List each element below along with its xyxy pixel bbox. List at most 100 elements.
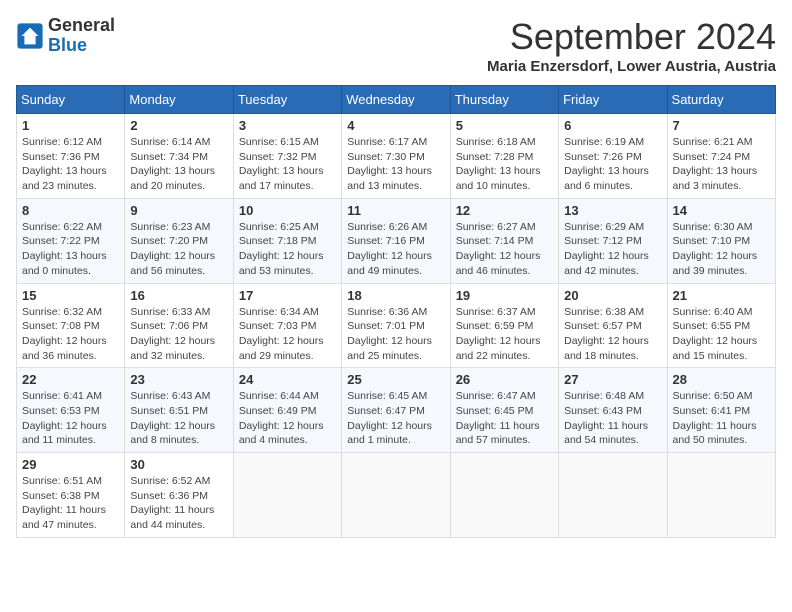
location-subtitle: Maria Enzersdorf, Lower Austria, Austria: [487, 58, 776, 75]
logo-icon: [16, 22, 44, 50]
weekday-header-monday: Monday: [125, 86, 233, 114]
day-number: 25: [347, 372, 444, 387]
logo-text: General Blue: [48, 16, 115, 56]
day-number: 22: [22, 372, 119, 387]
day-number: 13: [564, 203, 661, 218]
calendar-cell: 13 Sunrise: 6:29 AMSunset: 7:12 PMDayligh…: [559, 198, 667, 283]
day-number: 16: [130, 288, 227, 303]
calendar-cell: 19 Sunrise: 6:37 AMSunset: 6:59 PMDayligh…: [450, 283, 558, 368]
calendar-cell: [667, 453, 775, 538]
day-number: 20: [564, 288, 661, 303]
calendar-cell: 2 Sunrise: 6:14 AMSunset: 7:34 PMDaylight…: [125, 114, 233, 199]
day-info: Sunrise: 6:52 AMSunset: 6:36 PMDaylight:…: [130, 474, 227, 533]
day-info: Sunrise: 6:33 AMSunset: 7:06 PMDaylight:…: [130, 305, 227, 364]
day-info: Sunrise: 6:26 AMSunset: 7:16 PMDaylight:…: [347, 220, 444, 279]
calendar-cell: 29 Sunrise: 6:51 AMSunset: 6:38 PMDayligh…: [17, 453, 125, 538]
day-info: Sunrise: 6:30 AMSunset: 7:10 PMDaylight:…: [673, 220, 770, 279]
day-info: Sunrise: 6:23 AMSunset: 7:20 PMDaylight:…: [130, 220, 227, 279]
day-number: 17: [239, 288, 336, 303]
day-number: 5: [456, 118, 553, 133]
day-number: 3: [239, 118, 336, 133]
calendar-cell: 28 Sunrise: 6:50 AMSunset: 6:41 PMDayligh…: [667, 368, 775, 453]
calendar-cell: 7 Sunrise: 6:21 AMSunset: 7:24 PMDaylight…: [667, 114, 775, 199]
day-number: 15: [22, 288, 119, 303]
title-area: September 2024 Maria Enzersdorf, Lower A…: [487, 16, 776, 75]
day-info: Sunrise: 6:19 AMSunset: 7:26 PMDaylight:…: [564, 135, 661, 194]
day-number: 12: [456, 203, 553, 218]
day-number: 4: [347, 118, 444, 133]
day-number: 21: [673, 288, 770, 303]
calendar-cell: 9 Sunrise: 6:23 AMSunset: 7:20 PMDaylight…: [125, 198, 233, 283]
day-number: 30: [130, 457, 227, 472]
calendar-cell: 6 Sunrise: 6:19 AMSunset: 7:26 PMDaylight…: [559, 114, 667, 199]
calendar-cell: 10 Sunrise: 6:25 AMSunset: 7:18 PMDayligh…: [233, 198, 341, 283]
calendar-cell: 3 Sunrise: 6:15 AMSunset: 7:32 PMDaylight…: [233, 114, 341, 199]
calendar-cell: 24Sunrise: 6:44 AMSunset: 6:49 PMDayligh…: [233, 368, 341, 453]
day-info: Sunrise: 6:43 AMSunset: 6:51 PMDaylight:…: [130, 389, 227, 448]
calendar-cell: 8 Sunrise: 6:22 AMSunset: 7:22 PMDaylight…: [17, 198, 125, 283]
day-number: 29: [22, 457, 119, 472]
month-title: September 2024: [487, 16, 776, 58]
day-number: 26: [456, 372, 553, 387]
day-number: 1: [22, 118, 119, 133]
day-info: Sunrise: 6:21 AMSunset: 7:24 PMDaylight:…: [673, 135, 770, 194]
weekday-header-sunday: Sunday: [17, 86, 125, 114]
day-number: 19: [456, 288, 553, 303]
day-number: 28: [673, 372, 770, 387]
day-info: Sunrise: 6:14 AMSunset: 7:34 PMDaylight:…: [130, 135, 227, 194]
weekday-header-wednesday: Wednesday: [342, 86, 450, 114]
calendar-week-row: 29 Sunrise: 6:51 AMSunset: 6:38 PMDayligh…: [17, 453, 776, 538]
day-info: Sunrise: 6:22 AMSunset: 7:22 PMDaylight:…: [22, 220, 119, 279]
day-number: 9: [130, 203, 227, 218]
day-info: Sunrise: 6:34 AMSunset: 7:03 PMDaylight:…: [239, 305, 336, 364]
weekday-header-tuesday: Tuesday: [233, 86, 341, 114]
calendar-table: SundayMondayTuesdayWednesdayThursdayFrid…: [16, 85, 776, 538]
day-info: Sunrise: 6:29 AMSunset: 7:12 PMDaylight:…: [564, 220, 661, 279]
calendar-cell: 5Sunrise: 6:18 AMSunset: 7:28 PMDaylight…: [450, 114, 558, 199]
day-number: 6: [564, 118, 661, 133]
day-info: Sunrise: 6:32 AMSunset: 7:08 PMDaylight:…: [22, 305, 119, 364]
day-number: 23: [130, 372, 227, 387]
day-info: Sunrise: 6:40 AMSunset: 6:55 PMDaylight:…: [673, 305, 770, 364]
day-info: Sunrise: 6:15 AMSunset: 7:32 PMDaylight:…: [239, 135, 336, 194]
calendar-cell: 16 Sunrise: 6:33 AMSunset: 7:06 PMDayligh…: [125, 283, 233, 368]
day-info: Sunrise: 6:50 AMSunset: 6:41 PMDaylight:…: [673, 389, 770, 448]
calendar-cell: 25Sunrise: 6:45 AMSunset: 6:47 PMDayligh…: [342, 368, 450, 453]
calendar-cell: 12Sunrise: 6:27 AMSunset: 7:14 PMDayligh…: [450, 198, 558, 283]
calendar-cell: 21 Sunrise: 6:40 AMSunset: 6:55 PMDayligh…: [667, 283, 775, 368]
day-info: Sunrise: 6:25 AMSunset: 7:18 PMDaylight:…: [239, 220, 336, 279]
calendar-cell: 26 Sunrise: 6:47 AMSunset: 6:45 PMDayligh…: [450, 368, 558, 453]
day-info: Sunrise: 6:38 AMSunset: 6:57 PMDaylight:…: [564, 305, 661, 364]
calendar-cell: 4 Sunrise: 6:17 AMSunset: 7:30 PMDaylight…: [342, 114, 450, 199]
day-info: Sunrise: 6:41 AMSunset: 6:53 PMDaylight:…: [22, 389, 119, 448]
calendar-cell: 1Sunrise: 6:12 AMSunset: 7:36 PMDaylight…: [17, 114, 125, 199]
calendar-week-row: 1Sunrise: 6:12 AMSunset: 7:36 PMDaylight…: [17, 114, 776, 199]
day-number: 18: [347, 288, 444, 303]
day-number: 11: [347, 203, 444, 218]
day-number: 10: [239, 203, 336, 218]
calendar-cell: 15 Sunrise: 6:32 AMSunset: 7:08 PMDayligh…: [17, 283, 125, 368]
calendar-header-row: SundayMondayTuesdayWednesdayThursdayFrid…: [17, 86, 776, 114]
calendar-cell: 11 Sunrise: 6:26 AMSunset: 7:16 PMDayligh…: [342, 198, 450, 283]
calendar-week-row: 8 Sunrise: 6:22 AMSunset: 7:22 PMDaylight…: [17, 198, 776, 283]
day-number: 14: [673, 203, 770, 218]
day-info: Sunrise: 6:17 AMSunset: 7:30 PMDaylight:…: [347, 135, 444, 194]
day-number: 2: [130, 118, 227, 133]
day-info: Sunrise: 6:37 AMSunset: 6:59 PMDaylight:…: [456, 305, 553, 364]
day-number: 27: [564, 372, 661, 387]
weekday-header-thursday: Thursday: [450, 86, 558, 114]
calendar-cell: [559, 453, 667, 538]
day-info: Sunrise: 6:51 AMSunset: 6:38 PMDaylight:…: [22, 474, 119, 533]
day-number: 8: [22, 203, 119, 218]
day-info: Sunrise: 6:48 AMSunset: 6:43 PMDaylight:…: [564, 389, 661, 448]
calendar-week-row: 22 Sunrise: 6:41 AMSunset: 6:53 PMDayligh…: [17, 368, 776, 453]
calendar-cell: [450, 453, 558, 538]
calendar-cell: 14 Sunrise: 6:30 AMSunset: 7:10 PMDayligh…: [667, 198, 775, 283]
calendar-cell: [342, 453, 450, 538]
calendar-cell: 17 Sunrise: 6:34 AMSunset: 7:03 PMDayligh…: [233, 283, 341, 368]
calendar-cell: [233, 453, 341, 538]
weekday-header-saturday: Saturday: [667, 86, 775, 114]
day-info: Sunrise: 6:47 AMSunset: 6:45 PMDaylight:…: [456, 389, 553, 448]
day-number: 7: [673, 118, 770, 133]
page-header: General Blue September 2024 Maria Enzers…: [16, 16, 776, 75]
